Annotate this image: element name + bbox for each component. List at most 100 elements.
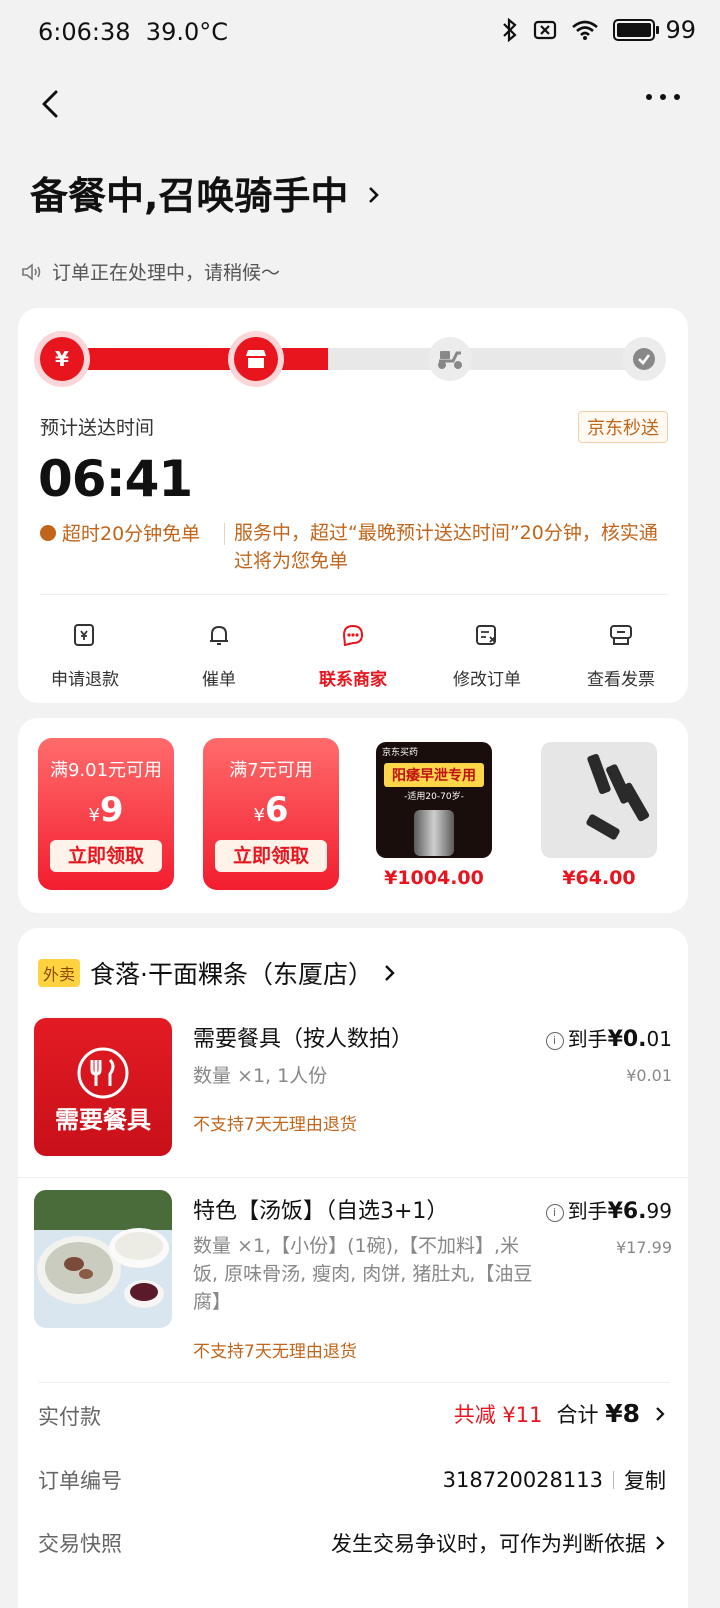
info-icon[interactable]: i (545, 1204, 564, 1222)
copy-button[interactable]: 复制 (624, 1465, 666, 1495)
view-invoice-button[interactable]: 查看发票 (561, 622, 681, 690)
nav-bar (0, 70, 720, 140)
overtime-free-description: 服务中，超过“最晚预计送达时间”20分钟，核实通过将为您免单 (234, 522, 658, 572)
bluetooth-icon (503, 18, 518, 42)
eta-label: 预计送达时间 (40, 417, 155, 439)
coupon-item[interactable]: 满7元可用 ¥6 立即领取 (203, 738, 339, 890)
apply-refund-button[interactable]: 申请退款 (25, 622, 145, 690)
total-amount: 合计 ¥8 (556, 1399, 640, 1428)
item-original-price: ¥17.99 (616, 1238, 672, 1257)
payment-summary[interactable]: 共减 ¥11 合计 ¥8 (454, 1399, 666, 1429)
item-pay-price: i 到手¥0.01 (545, 1023, 672, 1052)
order-number-label: 订单编号 (38, 1469, 122, 1493)
order-status-title[interactable]: 备餐中,召唤骑手中 (30, 165, 382, 220)
edit-order-icon (476, 625, 496, 645)
chevron-right-icon (656, 1407, 665, 1421)
action-label: 申请退款 (51, 670, 119, 690)
item-original-price: ¥0.01 (626, 1066, 672, 1085)
item-pay-price: i 到手¥6.99 (545, 1195, 672, 1224)
overtime-free-tag[interactable]: 超时20分钟免单 (40, 519, 200, 546)
chevron-right-icon (385, 965, 395, 981)
status-icons: 99 (501, 16, 696, 44)
info-icon[interactable]: i (545, 1032, 564, 1050)
battery-level: 99 (665, 16, 696, 44)
promo-product-image[interactable] (541, 742, 657, 858)
refund-icon (74, 624, 94, 646)
claim-coupon-button[interactable]: 立即领取 (215, 840, 327, 872)
soup-rice-image (34, 1190, 172, 1308)
step-merchant-icon (234, 337, 278, 381)
clock-icon (40, 524, 56, 541)
promo-product-image[interactable]: 京东买药 阳痿早泄专用 -适用20-70岁- (376, 742, 492, 858)
wifi-icon (572, 20, 599, 40)
item-spec: 数量 ×1,【小份】(1碗),【不加料】,米饭, 原味骨汤, 瘦肉, 肉饼, 猪… (193, 1235, 533, 1313)
status-time: 6:06:38 39.0°C (38, 18, 228, 46)
item-spec: 数量 ×1, 1人份 (193, 1065, 328, 1087)
snapshot-label: 交易快照 (38, 1532, 122, 1556)
eta-time: 06:41 (38, 450, 193, 508)
paid-label: 实付款 (38, 1405, 101, 1429)
notice-text: 订单正在处理中，请稍候～ (52, 262, 281, 284)
invoice-icon (610, 625, 632, 645)
claim-coupon-button[interactable]: 立即领取 (50, 840, 162, 872)
speaker-icon (22, 262, 41, 281)
contact-merchant-button[interactable]: 联系商家 (293, 622, 413, 690)
product-image-title: 阳痿早泄专用 (384, 763, 484, 787)
item-image[interactable]: 需要餐具 (34, 1018, 172, 1156)
clock-text: 6:06:38 (38, 18, 131, 46)
back-arrow-icon[interactable] (32, 84, 72, 124)
action-label: 查看发票 (587, 670, 655, 690)
express-badge: 京东秒送 (578, 411, 668, 443)
chevron-right-icon (368, 187, 379, 203)
battery-icon (613, 19, 660, 41)
chat-icon (342, 624, 364, 647)
divider (224, 523, 225, 545)
free-tag-text: 超时20分钟免单 (62, 523, 201, 545)
item-name: 需要餐具（按人数拍） (193, 1027, 414, 1052)
temperature-text: 39.0°C (145, 18, 228, 46)
takeout-tag: 外卖 (38, 959, 81, 987)
step-rider-icon (428, 337, 472, 381)
divider (38, 1382, 670, 1383)
divider (40, 594, 668, 595)
product-brand: 京东买药 (382, 748, 419, 758)
sim-off-icon (534, 20, 557, 40)
chevron-right-icon (656, 1536, 665, 1550)
progress-fill (62, 348, 328, 370)
item-image[interactable] (34, 1190, 172, 1328)
processing-notice: 订单正在处理中，请稍候～ (20, 258, 280, 285)
coupon-amount: ¥9 (88, 790, 124, 830)
coupon-amount: ¥6 (253, 790, 289, 830)
step-delivered-icon (622, 337, 666, 381)
cosmetic-tubes-image (586, 753, 650, 840)
no-return-warning: 不支持7天无理由退货 (193, 1115, 357, 1135)
bell-icon (210, 625, 228, 645)
bottle-image (414, 810, 454, 856)
order-status-text: 备餐中,召唤骑手中 (30, 174, 349, 218)
no-return-warning: 不支持7天无理由退货 (193, 1342, 357, 1362)
order-number-row: 318720028113 复制 (443, 1465, 666, 1495)
modify-order-button[interactable]: 修改订单 (427, 622, 547, 690)
status-bar: 6:06:38 39.0°C 99 (0, 0, 720, 64)
shop-name: 食落·干面粿条（东厦店） (90, 960, 373, 989)
coupon-condition: 满9.01元可用 (49, 760, 163, 781)
item-name: 特色【汤饭】（自选3+1） (193, 1199, 449, 1224)
snapshot-text: 发生交易争议时，可作为判断依据 (331, 1532, 646, 1556)
more-dots-icon[interactable] (646, 94, 680, 100)
action-label: 催单 (202, 670, 236, 690)
trade-snapshot-link[interactable]: 发生交易争议时，可作为判断依据 (331, 1528, 666, 1558)
step-paid-icon: ¥ (40, 337, 84, 381)
action-label: 修改订单 (453, 670, 521, 690)
order-number: 318720028113 (442, 1468, 603, 1492)
shop-header[interactable]: 外卖 食落·干面粿条（东厦店） (38, 955, 397, 991)
discount-amount: 共减 ¥11 (453, 1403, 543, 1427)
coupon-condition: 满7元可用 (229, 760, 313, 781)
coupon-item[interactable]: 满9.01元可用 ¥9 立即领取 (38, 738, 174, 890)
action-label: 联系商家 (319, 670, 387, 690)
divider (613, 1471, 614, 1489)
item-image-text: 需要餐具 (55, 1106, 151, 1134)
utensils-icon (77, 1047, 129, 1099)
promo-product-price: ¥1004.00 (384, 867, 484, 889)
urge-order-button[interactable]: 催单 (159, 622, 279, 690)
promo-product-price: ¥64.00 (562, 867, 636, 889)
